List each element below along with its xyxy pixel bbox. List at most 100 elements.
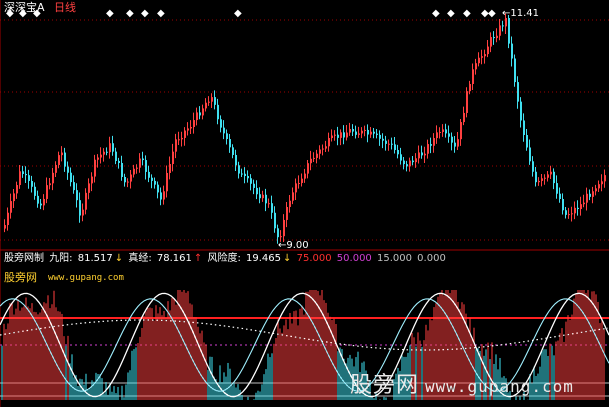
candle-body	[97, 157, 99, 160]
candle-body	[358, 133, 360, 135]
candle-body	[319, 149, 321, 154]
candle-body	[70, 172, 72, 183]
candle-body	[277, 228, 279, 238]
candle-body	[544, 177, 546, 179]
candle-body	[538, 180, 540, 183]
candle-body	[247, 176, 249, 179]
candle-body	[199, 112, 201, 116]
candle-body	[313, 157, 315, 159]
candle-body	[514, 58, 516, 83]
low-price-label: ←9.00	[278, 240, 309, 251]
candle-body	[34, 186, 36, 196]
candle-body	[550, 171, 552, 175]
signal-star-icon: ◆	[141, 8, 149, 19]
candle-body	[565, 210, 567, 215]
candle-body	[166, 172, 168, 192]
candle-body	[271, 203, 273, 213]
indicator-name[interactable]: 股旁网制	[4, 253, 44, 264]
candle-body	[25, 173, 27, 176]
candle-body	[415, 158, 417, 163]
candle-body	[280, 236, 282, 238]
candle-body	[439, 131, 441, 133]
candle-body	[139, 158, 141, 168]
candle-body	[37, 195, 39, 204]
candle-body	[322, 148, 324, 150]
candle-body	[526, 135, 528, 148]
candle-body	[295, 183, 297, 193]
candle-body	[223, 127, 225, 134]
candle-body	[85, 192, 87, 210]
chart-canvas[interactable]	[0, 0, 609, 407]
candle-body	[217, 104, 219, 120]
candle-body	[310, 158, 312, 164]
signal-star-icon: ◆	[432, 8, 440, 19]
candle-body	[142, 158, 144, 161]
candle-body	[106, 151, 108, 153]
candle-body	[388, 143, 390, 145]
candle-body	[547, 174, 549, 178]
candle-body	[226, 133, 228, 140]
candle-body	[286, 206, 288, 220]
candle-body	[178, 139, 180, 141]
candle-body	[463, 112, 465, 123]
candle-body	[154, 180, 156, 185]
candle-body	[478, 57, 480, 64]
candle-body	[127, 181, 129, 183]
candle-body	[487, 46, 489, 55]
candle-body	[397, 150, 399, 155]
candle-body	[520, 101, 522, 121]
candle-body	[118, 160, 120, 163]
candle-body	[268, 203, 270, 205]
risk-label: 风险度:	[207, 253, 241, 264]
candle-body	[373, 131, 375, 134]
candle-body	[427, 144, 429, 154]
candle-body	[49, 183, 51, 186]
candle-body	[484, 54, 486, 57]
candle-body	[562, 199, 564, 211]
signal-star-icon: ◆	[488, 8, 496, 19]
candle-body	[31, 180, 33, 187]
candle-body	[481, 56, 483, 58]
candle-body	[343, 132, 345, 138]
candle-body	[43, 198, 45, 206]
candle-body	[52, 172, 54, 184]
candle-body	[454, 142, 456, 147]
candle-body	[148, 171, 150, 178]
candle-body	[184, 130, 186, 138]
candle-body	[112, 143, 114, 152]
candle-body	[10, 201, 12, 213]
candle-body	[394, 144, 396, 151]
level-15: 15.000	[376, 253, 412, 264]
candle-body	[499, 25, 501, 36]
candle-body	[214, 97, 216, 105]
candle-body	[208, 101, 210, 103]
candle-body	[331, 135, 333, 139]
candle-body	[502, 25, 504, 27]
candle-body	[496, 35, 498, 39]
candle-body	[424, 153, 426, 156]
candle-body	[361, 130, 363, 134]
candle-body	[76, 190, 78, 201]
candle-body	[601, 181, 603, 185]
candle-body	[100, 154, 102, 158]
candle-body	[445, 129, 447, 134]
candle-body	[586, 193, 588, 203]
candle-body	[346, 132, 348, 138]
k-label: 九阳:	[49, 253, 73, 264]
risk-value: 19.465	[246, 253, 282, 264]
candle-body	[451, 136, 453, 143]
candle-body	[205, 102, 207, 109]
candle-body	[535, 171, 537, 183]
candle-body	[235, 154, 237, 166]
candle-body	[421, 152, 423, 156]
candle-body	[400, 154, 402, 161]
sub-brand: 股旁网	[4, 271, 37, 284]
candle-body	[433, 138, 435, 146]
candle-body	[109, 143, 111, 153]
candle-body	[379, 134, 381, 139]
candle-body	[7, 212, 9, 226]
candle-body	[16, 185, 18, 194]
indicator-readout: 股旁网制 九阳: 81.517 ↓ 真经: 78.161 ↑ 风险度: 19.465…	[4, 251, 448, 267]
candle-body	[40, 203, 42, 206]
candle-body	[517, 82, 519, 102]
